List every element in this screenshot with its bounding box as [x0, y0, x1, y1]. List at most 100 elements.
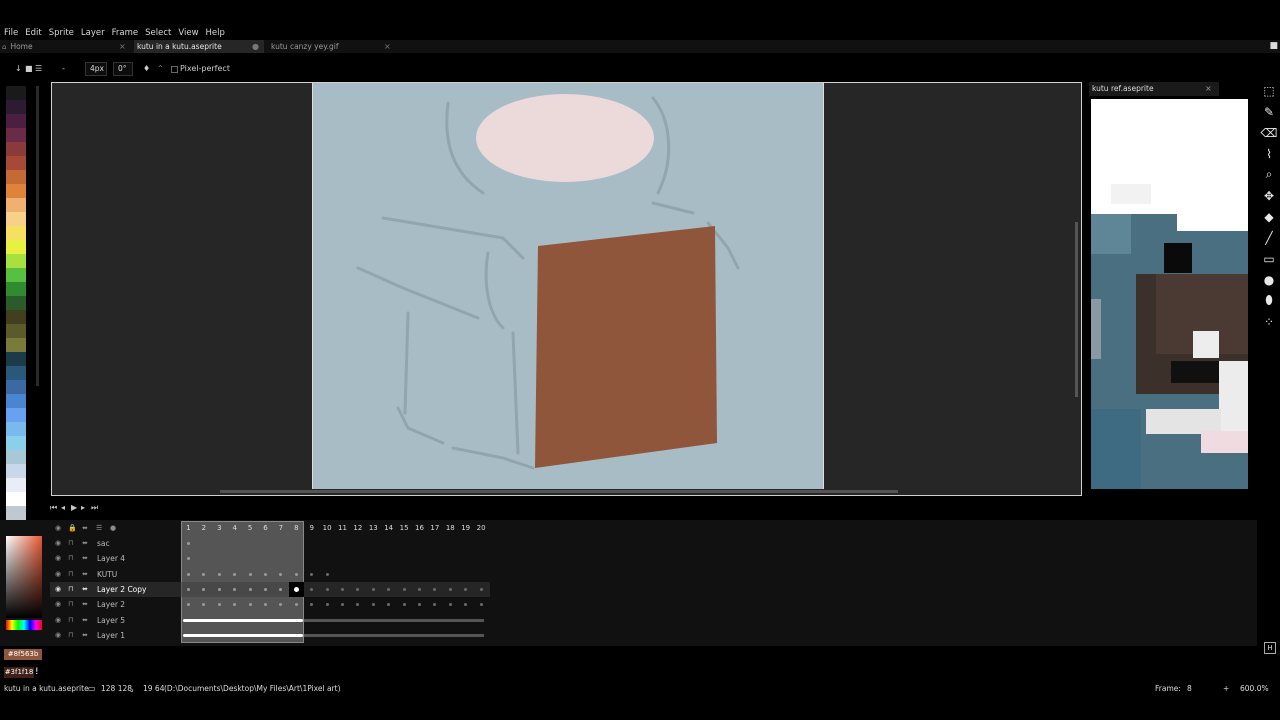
- ink-drop-icon[interactable]: ⬮: [1258, 290, 1280, 311]
- arrow-down-icon[interactable]: ↓: [15, 60, 22, 78]
- marquee-icon[interactable]: ⬚: [1258, 80, 1280, 101]
- palette-swatch[interactable]: [6, 380, 26, 394]
- frame-number[interactable]: 16: [412, 521, 427, 536]
- close-icon[interactable]: ●: [252, 42, 259, 51]
- link-icon[interactable]: ⬌: [82, 536, 88, 551]
- brush-size-field[interactable]: 4px: [85, 62, 107, 76]
- frame-number[interactable]: 12: [350, 521, 365, 536]
- cel[interactable]: [196, 597, 211, 612]
- cel[interactable]: [212, 567, 227, 582]
- rectangle-icon[interactable]: ▭: [1258, 248, 1280, 269]
- cel[interactable]: [243, 597, 258, 612]
- tab-kutu-canzy[interactable]: kutu canzy yey.gif ×: [268, 40, 398, 53]
- frame-number[interactable]: 14: [381, 521, 396, 536]
- frame-number[interactable]: 18: [443, 521, 458, 536]
- layer-name[interactable]: KUTU: [97, 567, 117, 582]
- cel[interactable]: [474, 597, 489, 612]
- eye-icon[interactable]: ◉: [55, 567, 61, 582]
- layer-name[interactable]: Layer 5: [97, 613, 125, 628]
- eyedropper-icon[interactable]: ⌇: [1258, 143, 1280, 164]
- cel[interactable]: [397, 582, 412, 597]
- eye-icon[interactable]: ◉: [55, 597, 61, 612]
- eraser-icon[interactable]: ⌫: [1258, 122, 1280, 143]
- frame-number[interactable]: 6: [258, 521, 273, 536]
- palette-swatch[interactable]: [6, 100, 26, 114]
- tabs-menu-icon[interactable]: ■: [1269, 40, 1278, 53]
- pixel-perfect-checkbox[interactable]: [171, 66, 178, 73]
- palette-swatch[interactable]: [6, 310, 26, 324]
- first-frame-icon[interactable]: ⏮: [50, 503, 57, 513]
- menu-file[interactable]: File: [0, 26, 21, 40]
- color-spectrum[interactable]: [6, 536, 42, 618]
- cel[interactable]: [427, 582, 442, 597]
- layer-row[interactable]: ◉ ⊓ ⬌ Layer 5: [50, 613, 490, 628]
- bucket-icon[interactable]: ◆: [1258, 206, 1280, 227]
- link-icon[interactable]: ⬌: [82, 582, 88, 597]
- palette-swatch[interactable]: [6, 86, 26, 100]
- cel[interactable]: [273, 597, 288, 612]
- hue-slider[interactable]: [6, 620, 42, 630]
- link-icon[interactable]: ⬌: [82, 613, 88, 628]
- layer-row[interactable]: ◉ ⊓ ⬌ sac: [50, 536, 490, 551]
- frame-number[interactable]: 15: [397, 521, 412, 536]
- cel[interactable]: [350, 597, 365, 612]
- palette-swatch[interactable]: [6, 478, 26, 492]
- timeline-toggle-icon[interactable]: H: [1264, 642, 1276, 654]
- palette-swatch[interactable]: [6, 184, 26, 198]
- frame-number[interactable]: 20: [474, 521, 489, 536]
- menu-frame[interactable]: Frame: [108, 26, 141, 40]
- lock-icon[interactable]: ⊓: [68, 582, 73, 597]
- cel[interactable]: [181, 597, 196, 612]
- tab-home[interactable]: ⌂ Home ×: [2, 40, 132, 53]
- close-icon[interactable]: ×: [1205, 82, 1212, 96]
- palette-swatch[interactable]: [6, 170, 26, 184]
- frame-number[interactable]: 9: [304, 521, 319, 536]
- lock-icon[interactable]: ⊓: [68, 628, 73, 643]
- play-icon[interactable]: ▶: [71, 503, 77, 512]
- cel[interactable]: [381, 582, 396, 597]
- cel[interactable]: [289, 597, 304, 612]
- palette-swatch[interactable]: [6, 464, 26, 478]
- layer-name[interactable]: sac: [97, 536, 110, 551]
- cel[interactable]: [304, 582, 319, 597]
- lock-icon[interactable]: ⊓: [68, 613, 73, 628]
- palette-swatch[interactable]: [6, 114, 26, 128]
- frame-number[interactable]: 11: [335, 521, 350, 536]
- cel[interactable]: [443, 582, 458, 597]
- link-icon[interactable]: ⬌: [82, 551, 88, 566]
- cel-range-bar[interactable]: [183, 618, 303, 622]
- sprite-canvas[interactable]: [312, 83, 824, 489]
- link-icon[interactable]: ⬌: [82, 628, 88, 643]
- blur-icon[interactable]: ●: [1258, 269, 1280, 290]
- cel[interactable]: [412, 597, 427, 612]
- layer-row[interactable]: ◉ ⊓ ⬌ KUTU: [50, 567, 490, 582]
- tab-kutu-in-a-kutu[interactable]: kutu in a kutu.aseprite ●: [134, 40, 264, 53]
- cel[interactable]: [181, 582, 196, 597]
- cel[interactable]: [181, 567, 196, 582]
- palette-swatch[interactable]: [6, 492, 26, 506]
- cel[interactable]: [366, 597, 381, 612]
- palette-swatch[interactable]: [6, 296, 26, 310]
- zoom-icon[interactable]: ⌕: [1258, 164, 1280, 185]
- cel[interactable]: [397, 597, 412, 612]
- cel[interactable]: [258, 582, 273, 597]
- frame-number[interactable]: 4: [227, 521, 242, 536]
- frame-number[interactable]: 17: [427, 521, 442, 536]
- last-frame-icon[interactable]: ⏭: [91, 503, 98, 513]
- link-icon[interactable]: ⬌: [82, 567, 88, 582]
- cel[interactable]: [427, 597, 442, 612]
- link-icon[interactable]: ⬌: [82, 521, 88, 536]
- cel[interactable]: [243, 582, 258, 597]
- cel-range-bar[interactable]: [183, 633, 303, 637]
- lock-icon[interactable]: ⊓: [68, 597, 73, 612]
- cel[interactable]: [304, 597, 319, 612]
- layer-name[interactable]: Layer 2: [97, 597, 125, 612]
- menu-help[interactable]: Help: [202, 26, 228, 40]
- palette-swatch[interactable]: [6, 268, 26, 282]
- cel[interactable]: [288, 581, 304, 597]
- frame-number[interactable]: 13: [366, 521, 381, 536]
- palette-swatch[interactable]: [6, 506, 26, 520]
- palette-swatch[interactable]: [6, 282, 26, 296]
- cel[interactable]: [412, 582, 427, 597]
- palette-swatch[interactable]: [6, 366, 26, 380]
